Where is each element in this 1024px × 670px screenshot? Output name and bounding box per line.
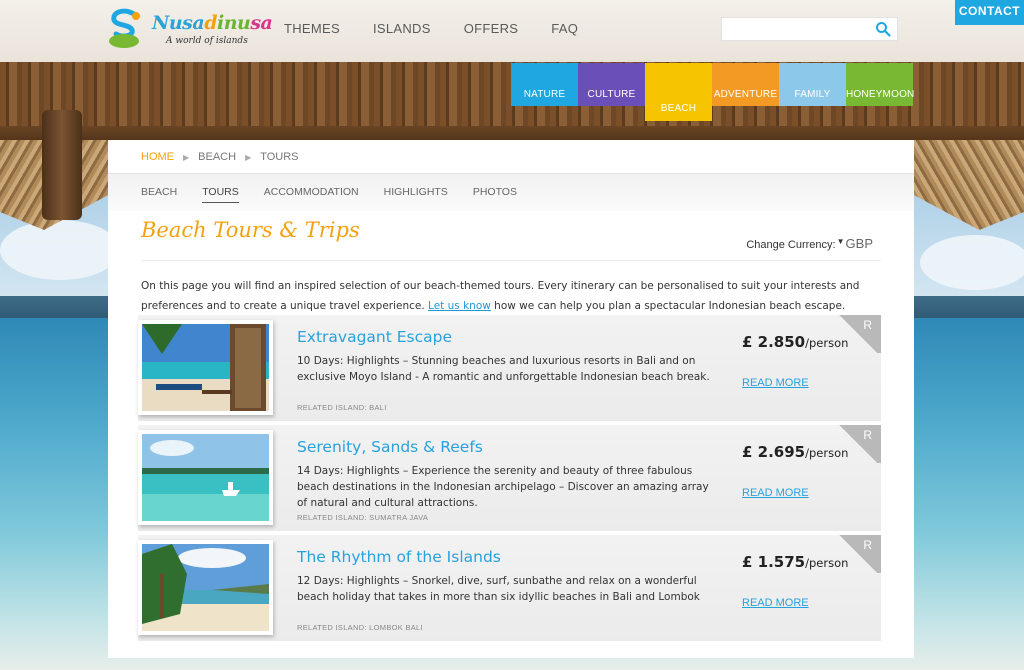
- nav-islands[interactable]: ISLANDS: [373, 21, 431, 36]
- intro-text: On this page you will find an inspired s…: [141, 280, 860, 312]
- tour-photo: [142, 434, 269, 521]
- tour-price: £ 1.575/person: [742, 553, 849, 571]
- currency-selector[interactable]: Change Currency:▼GBP: [746, 236, 873, 251]
- logo-tagline: A world of islands: [166, 36, 248, 46]
- let-us-know-link[interactable]: Let us know: [428, 300, 491, 312]
- tour-related-island: RELATED ISLAND: SUMATRA JAVA: [297, 513, 429, 522]
- site-header: Nusadinusa A world of islands THEMES ISL…: [0, 0, 1024, 62]
- tour-card: The Rhythm of the Islands 12 Days: Highl…: [138, 535, 881, 641]
- tour-title[interactable]: Serenity, Sands & Reefs: [297, 438, 483, 456]
- chevron-right-icon: ▶: [245, 152, 252, 162]
- category-tab-adventure[interactable]: ADVENTURE: [712, 63, 779, 106]
- subnav-photos[interactable]: PHOTOS: [473, 186, 517, 203]
- category-tab-beach[interactable]: BEACH: [645, 63, 712, 121]
- section-subnav: BEACH TOURS ACCOMMODATION HIGHLIGHTS PHO…: [141, 186, 542, 203]
- nav-themes[interactable]: THEMES: [284, 21, 340, 36]
- subnav-accommodation[interactable]: ACCOMMODATION: [264, 186, 359, 203]
- category-tab-nature[interactable]: NATURE: [511, 63, 578, 106]
- background-post: [42, 110, 82, 220]
- tour-photo: [142, 324, 269, 411]
- search-icon[interactable]: [875, 21, 891, 37]
- breadcrumb: HOME ▶ BEACH ▶ TOURS: [141, 151, 299, 163]
- background-cloud: [0, 220, 120, 280]
- tour-badge: R: [835, 315, 881, 353]
- category-tab-honeymoon[interactable]: HONEYMOON: [846, 63, 914, 106]
- tour-related-island: RELATED ISLAND: BALI: [297, 403, 387, 412]
- read-more-link[interactable]: READ MORE: [742, 377, 809, 389]
- tour-related-island: RELATED ISLAND: LOMBOK BALI: [297, 623, 423, 632]
- tour-photo: [142, 544, 269, 631]
- logo-mark-icon: [109, 8, 140, 48]
- site-logo[interactable]: Nusadinusa A world of islands: [106, 8, 273, 52]
- tour-title[interactable]: The Rhythm of the Islands: [297, 548, 501, 566]
- logo-name: Nusadinusa: [152, 12, 273, 34]
- nav-offers[interactable]: OFFERS: [464, 21, 519, 36]
- subnav-beach[interactable]: BEACH: [141, 186, 177, 203]
- chevron-right-icon: ▶: [183, 152, 190, 162]
- tour-card: Serenity, Sands & Reefs 14 Days: Highlig…: [138, 425, 881, 531]
- read-more-link[interactable]: READ MORE: [742, 597, 809, 609]
- tour-title[interactable]: Extravagant Escape: [297, 328, 452, 346]
- tour-badge: R: [835, 535, 881, 573]
- background-cloud: [920, 235, 1024, 290]
- subnav-tours[interactable]: TOURS: [202, 186, 239, 203]
- tour-badge: R: [835, 425, 881, 463]
- subnav-highlights[interactable]: HIGHLIGHTS: [384, 186, 448, 203]
- read-more-link[interactable]: READ MORE: [742, 487, 809, 499]
- tour-description: 14 Days: Highlights – Experience the ser…: [297, 465, 709, 509]
- page-title: Beach Tours & Trips: [141, 218, 360, 242]
- currency-code[interactable]: GBP: [846, 236, 873, 251]
- category-tab-family[interactable]: FAMILY: [779, 63, 846, 106]
- breadcrumb-home[interactable]: HOME: [141, 151, 174, 163]
- tour-thumbnail[interactable]: [138, 540, 273, 635]
- search-input[interactable]: [722, 18, 870, 40]
- breadcrumb-beach[interactable]: BEACH: [198, 151, 236, 163]
- breadcrumb-tours: TOURS: [260, 151, 299, 163]
- tour-description: 12 Days: Highlights – Snorkel, dive, sur…: [297, 575, 700, 603]
- caret-down-icon: ▼: [836, 237, 845, 246]
- tour-price: £ 2.695/person: [742, 443, 849, 461]
- tour-card: Extravagant Escape 10 Days: Highlights –…: [138, 315, 881, 421]
- category-tabs: NATURE CULTURE BEACH ADVENTURE FAMILY HO…: [511, 63, 914, 121]
- divider: [141, 260, 881, 261]
- search-box: [721, 17, 898, 41]
- main-nav: THEMES ISLANDS OFFERS FAQ: [284, 21, 611, 36]
- contact-button[interactable]: CONTACT: [955, 0, 1024, 25]
- tour-price: £ 2.850/person: [742, 333, 849, 351]
- nav-faq[interactable]: FAQ: [551, 21, 578, 36]
- currency-label: Change Currency:: [746, 239, 836, 251]
- tour-description: 10 Days: Highlights – Stunning beaches a…: [297, 355, 710, 383]
- content-panel: HOME ▶ BEACH ▶ TOURS BEACH TOURS ACCOMMO…: [108, 140, 914, 658]
- tour-thumbnail[interactable]: [138, 320, 273, 415]
- category-tab-culture[interactable]: CULTURE: [578, 63, 645, 106]
- tour-thumbnail[interactable]: [138, 430, 273, 525]
